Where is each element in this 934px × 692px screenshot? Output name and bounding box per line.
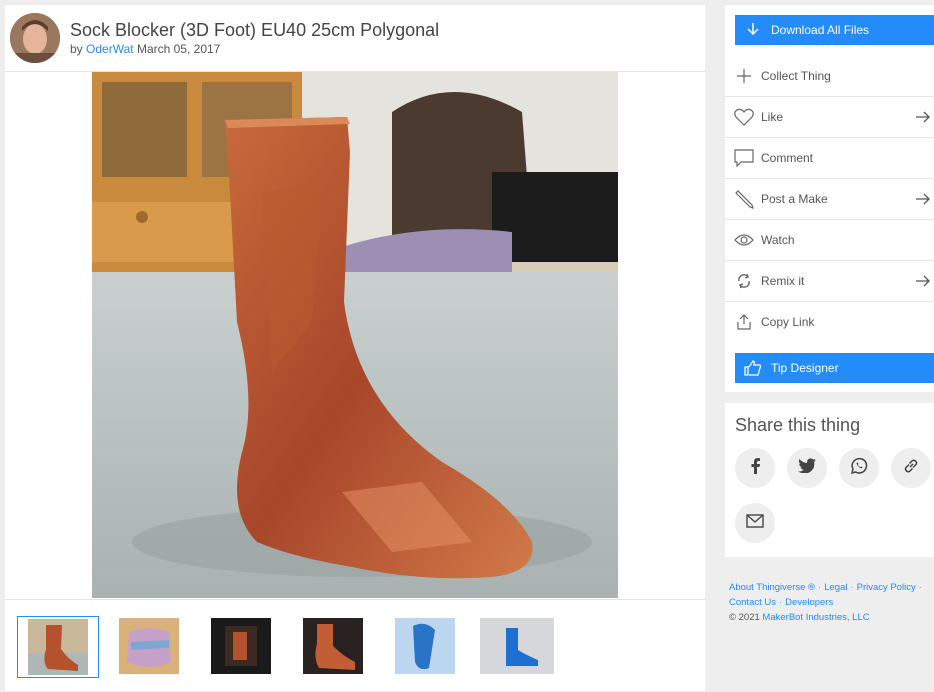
copy-link-label: Copy Link <box>761 315 815 329</box>
twitter-share-button[interactable] <box>787 448 827 488</box>
comment-icon <box>726 149 761 167</box>
thumbnail-printer-photo[interactable] <box>211 618 271 674</box>
comment-label: Comment <box>761 151 814 165</box>
download-all-button[interactable]: Download All Files <box>735 15 934 45</box>
like-label: Like <box>761 110 784 124</box>
contact-link[interactable]: Contact Us <box>729 597 776 608</box>
actions-panel: Download All Files Collect Thing Like Co… <box>725 5 934 392</box>
collect-thing-label: Collect Thing <box>761 69 831 83</box>
thumbnail-foot-photo[interactable] <box>17 616 99 678</box>
arrow-right-icon <box>916 111 934 123</box>
legal-link[interactable]: Legal <box>824 582 847 593</box>
download-icon <box>735 22 771 38</box>
company-link[interactable]: MakerBot Industries, LLC <box>762 612 869 623</box>
arrow-right-icon <box>916 193 934 205</box>
facebook-icon <box>749 457 761 479</box>
remix-icon <box>726 273 761 289</box>
arrow-right-icon <box>916 275 934 287</box>
share-panel: Share this thing <box>725 403 934 557</box>
footer: About Thingiverse ® · Legal · Privacy Policy… <box>729 582 922 623</box>
download-all-label: Download All Files <box>771 23 870 37</box>
facebook-share-button[interactable] <box>735 448 775 488</box>
copy-link-share-button[interactable] <box>891 448 931 488</box>
tip-designer-button[interactable]: Tip Designer <box>735 353 934 383</box>
heart-icon <box>726 108 761 126</box>
thumbnail-strip <box>5 599 705 692</box>
thing-header: Sock Blocker (3D Foot) EU40 25cm Polygon… <box>5 5 705 72</box>
pencil-icon <box>726 189 761 209</box>
thumbnail-foot-dark-photo[interactable] <box>303 618 363 674</box>
developers-link[interactable]: Developers <box>785 597 833 608</box>
thing-card: Sock Blocker (3D Foot) EU40 25cm Polygon… <box>5 5 705 691</box>
mail-icon <box>746 513 764 533</box>
post-make-label: Post a Make <box>761 192 828 206</box>
thumbnail-blue-foot-render[interactable] <box>480 618 554 674</box>
remix-button[interactable]: Remix it <box>725 261 934 302</box>
like-button[interactable]: Like <box>725 97 934 138</box>
watch-button[interactable]: Watch <box>725 220 934 261</box>
collect-thing-button[interactable]: Collect Thing <box>725 56 934 97</box>
page-title: Sock Blocker (3D Foot) EU40 25cm Polygon… <box>70 20 440 40</box>
remix-label: Remix it <box>761 274 805 288</box>
thumbnail-sock-photo[interactable] <box>119 618 179 674</box>
comment-button[interactable]: Comment <box>725 138 934 179</box>
copyright: © 2021 <box>729 612 760 623</box>
whatsapp-icon <box>850 457 868 480</box>
by-label: by <box>70 42 83 56</box>
eye-icon <box>726 233 761 247</box>
byline: by OderWat March 05, 2017 <box>70 42 220 56</box>
share-title: Share this thing <box>735 415 861 435</box>
plus-icon <box>726 69 761 83</box>
email-share-button[interactable] <box>735 503 775 543</box>
watch-label: Watch <box>761 233 795 247</box>
avatar[interactable] <box>10 13 60 63</box>
whatsapp-share-button[interactable] <box>839 448 879 488</box>
twitter-icon <box>798 458 816 478</box>
privacy-link[interactable]: Privacy Policy <box>857 582 916 593</box>
thumbs-up-icon <box>735 360 771 376</box>
publish-date: March 05, 2017 <box>136 42 221 56</box>
about-link[interactable]: About Thingiverse ® <box>729 582 815 593</box>
post-make-button[interactable]: Post a Make <box>725 179 934 220</box>
copy-link-button[interactable]: Copy Link <box>725 302 934 342</box>
link-icon <box>903 458 919 479</box>
thumbnail-insole-render[interactable] <box>395 618 455 674</box>
main-image[interactable] <box>92 72 618 598</box>
author-link[interactable]: OderWat <box>86 42 134 56</box>
tip-designer-label: Tip Designer <box>771 361 839 375</box>
main-image-area <box>5 72 705 598</box>
share-upload-icon <box>726 314 761 330</box>
